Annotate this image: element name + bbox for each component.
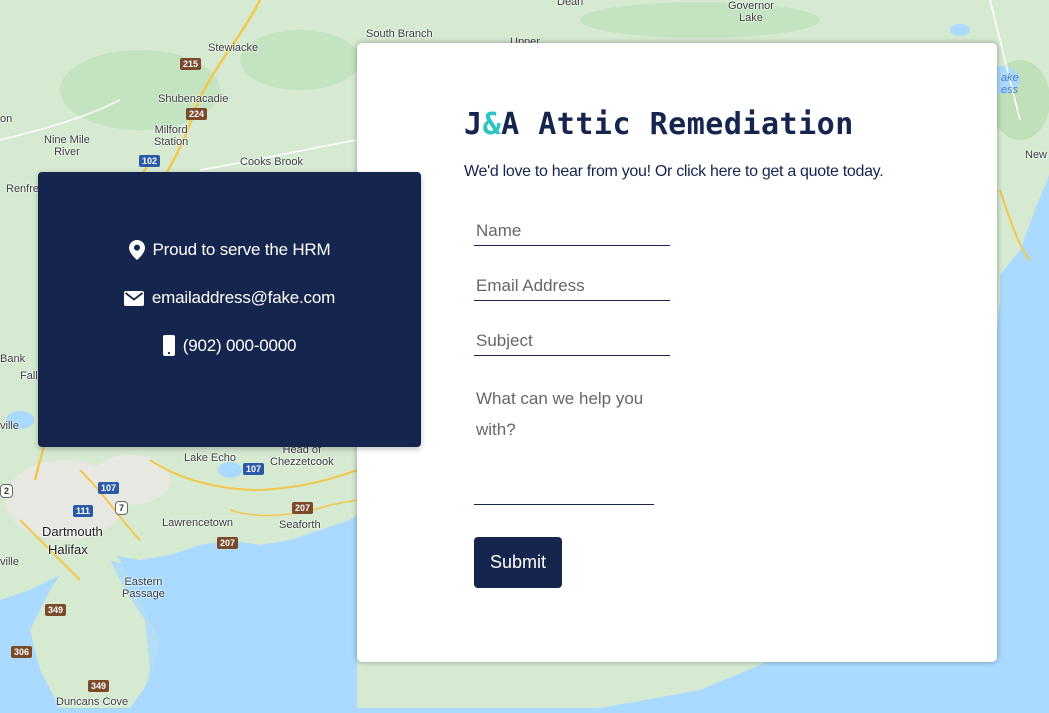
message-textarea[interactable] — [474, 383, 654, 505]
map-place-halifax: Halifax — [48, 542, 88, 557]
route-shield-207a: 207 — [292, 502, 314, 514]
map-place-ville-1: ville — [0, 420, 19, 432]
map-place-bank: Bank — [0, 353, 26, 365]
contact-form-card: J&A Attic Remediation We'd love to hear … — [357, 43, 997, 662]
map-pin-icon — [128, 240, 145, 260]
route-shield-215: 215 — [180, 58, 202, 70]
map-place-cooks-brook: Cooks Brook — [240, 156, 303, 168]
map-place-dartmouth: Dartmouth — [42, 524, 103, 539]
map-place-head-of-chezzetcook: Head of Chezzetcook — [270, 444, 334, 468]
map-place-seaforth: Seaforth — [279, 519, 321, 531]
envelope-icon — [123, 290, 144, 306]
map-place-lake-ess: ake ess — [1001, 72, 1019, 96]
map-place-on: on — [0, 113, 13, 125]
mobile-phone-icon — [162, 335, 175, 356]
map-place-shubenacadie: Shubenacadie — [158, 93, 229, 105]
route-shield-2: 2 — [0, 484, 14, 498]
brand-prefix: J — [464, 107, 483, 142]
brand-title: J&A Attic Remediation — [464, 107, 854, 142]
name-input[interactable] — [474, 221, 670, 246]
map-place-ville-2: ville — [0, 556, 19, 568]
tagline[interactable]: We'd love to hear from you! Or click her… — [464, 163, 884, 181]
route-shield-111: 111 — [73, 505, 94, 517]
map-place-milford-station: Milford Station — [154, 124, 189, 148]
route-shield-349a: 349 — [45, 604, 67, 616]
map-place-renfrew: Renfre — [6, 183, 40, 195]
map-place-duncans-cove: Duncans Cove — [56, 696, 129, 708]
service-area-text: Proud to serve the HRM — [152, 240, 331, 259]
map-place-eastern-passage: Eastern Passage — [122, 576, 165, 600]
map-place-fall: Fall — [20, 370, 38, 382]
map-place-new: New — [1025, 149, 1048, 161]
route-shield-349b: 349 — [88, 680, 110, 692]
phone-number-text[interactable]: (902) 000-0000 — [183, 336, 297, 356]
map-place-nine-mile-river: Nine Mile River — [44, 134, 90, 158]
map-place-dean: Dean — [557, 0, 584, 8]
map-place-stewiacke: Stewiacke — [208, 42, 259, 54]
route-shield-306: 306 — [11, 646, 33, 658]
map-place-lawrencetown: Lawrencetown — [162, 517, 233, 529]
map-place-governor-lake: Governor Lake — [728, 0, 774, 24]
contact-info-card: Proud to serve the HRM emailaddress@fake… — [38, 172, 421, 447]
map-place-lake-echo: Lake Echo — [184, 452, 236, 464]
phone-line: (902) 000-0000 — [38, 335, 421, 356]
service-area-line: Proud to serve the HRM — [38, 240, 421, 260]
route-shield-7: 7 — [115, 501, 129, 515]
route-shield-102: 102 — [139, 155, 161, 167]
map-place-south-branch: South Branch — [366, 28, 433, 40]
email-line: emailaddress@fake.com — [38, 288, 421, 308]
brand-ampersand: & — [482, 107, 502, 142]
route-shield-107a: 107 — [243, 463, 265, 475]
submit-button[interactable]: Submit — [474, 537, 562, 588]
route-shield-224: 224 — [186, 108, 208, 120]
brand-suffix: A Attic Remediation — [501, 107, 854, 142]
email-address-text[interactable]: emailaddress@fake.com — [152, 288, 335, 308]
route-shield-107b: 107 — [98, 482, 120, 494]
route-shield-207b: 207 — [217, 537, 239, 549]
subject-input[interactable] — [474, 331, 670, 356]
email-input[interactable] — [474, 276, 670, 301]
